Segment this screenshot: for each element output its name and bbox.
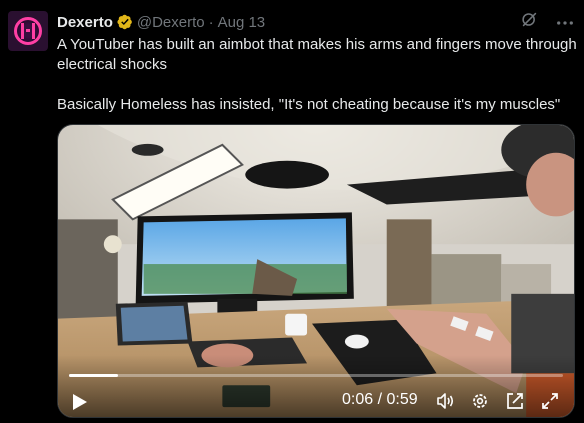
- verified-badge-icon[interactable]: [117, 14, 133, 30]
- tweet-text-line-2: Basically Homeless has insisted, "It's n…: [57, 96, 561, 113]
- grok-icon[interactable]: [521, 11, 538, 28]
- tweet-text-line-1: A YouTuber has built an aimbot that make…: [57, 36, 577, 73]
- progress-bar[interactable]: [69, 374, 563, 377]
- tweet-date[interactable]: Aug 13: [218, 14, 266, 31]
- header-actions: [521, 11, 574, 28]
- author-handle[interactable]: @Dexerto: [137, 14, 205, 31]
- tweet-text: A YouTuber has built an aimbot that make…: [57, 35, 577, 115]
- fullscreen-icon[interactable]: [540, 391, 560, 411]
- play-icon[interactable]: [72, 393, 88, 411]
- video-controls: 0:06 / 0:59: [58, 355, 574, 417]
- author-avatar[interactable]: [8, 11, 48, 51]
- separator-dot: ·: [208, 13, 214, 31]
- tweet-header: Dexerto @Dexerto · Aug 13: [57, 12, 265, 32]
- more-icon[interactable]: [556, 14, 574, 26]
- author-name[interactable]: Dexerto: [57, 14, 113, 31]
- volume-icon[interactable]: [435, 391, 455, 411]
- settings-icon[interactable]: [470, 391, 490, 411]
- picture-in-picture-icon[interactable]: [505, 391, 525, 411]
- video-player[interactable]: 0:06 / 0:59: [57, 124, 575, 418]
- video-time: 0:06 / 0:59: [342, 391, 418, 408]
- dexerto-logo-mark: [21, 23, 35, 39]
- progress-fill: [69, 374, 119, 377]
